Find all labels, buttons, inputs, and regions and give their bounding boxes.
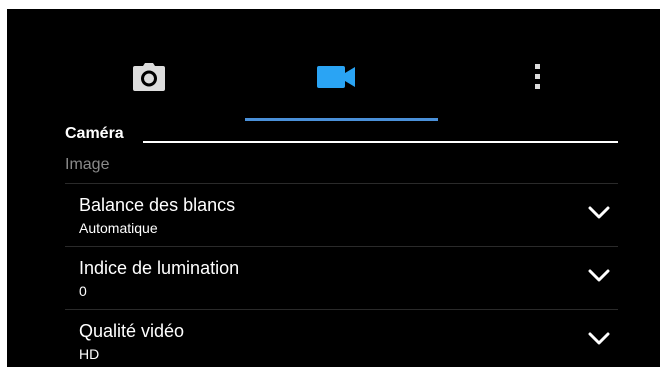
chevron-down-icon[interactable] [588,206,610,220]
setting-value: Automatique [79,220,158,236]
setting-video-quality[interactable]: Qualité vidéo HD [65,310,618,367]
setting-title: Qualité vidéo [79,321,185,341]
setting-exposure[interactable]: Indice de lumination 0 [65,247,618,309]
setting-value: 0 [79,283,87,299]
section-divider [143,141,618,143]
setting-title: Balance des blancs [79,195,236,215]
video-camera-icon [317,66,355,88]
section-title: Caméra [65,125,124,142]
tab-camera[interactable] [119,57,179,97]
more-vertical-icon [535,64,540,89]
camera-icon [133,63,165,91]
section-header: Caméra [65,121,618,151]
setting-white-balance[interactable]: Balance des blancs Automatique [65,184,618,246]
settings-screen: Caméra Image Balance des blancs Automati… [7,9,660,367]
setting-title: Indice de lumination [79,258,240,278]
tab-more[interactable] [512,57,562,97]
subsection-label: Image [65,156,110,173]
chevron-down-icon[interactable] [588,269,610,283]
chevron-down-icon[interactable] [588,332,610,346]
mode-tab-bar [7,9,660,124]
tab-video[interactable] [307,57,367,97]
setting-value: HD [79,346,100,362]
